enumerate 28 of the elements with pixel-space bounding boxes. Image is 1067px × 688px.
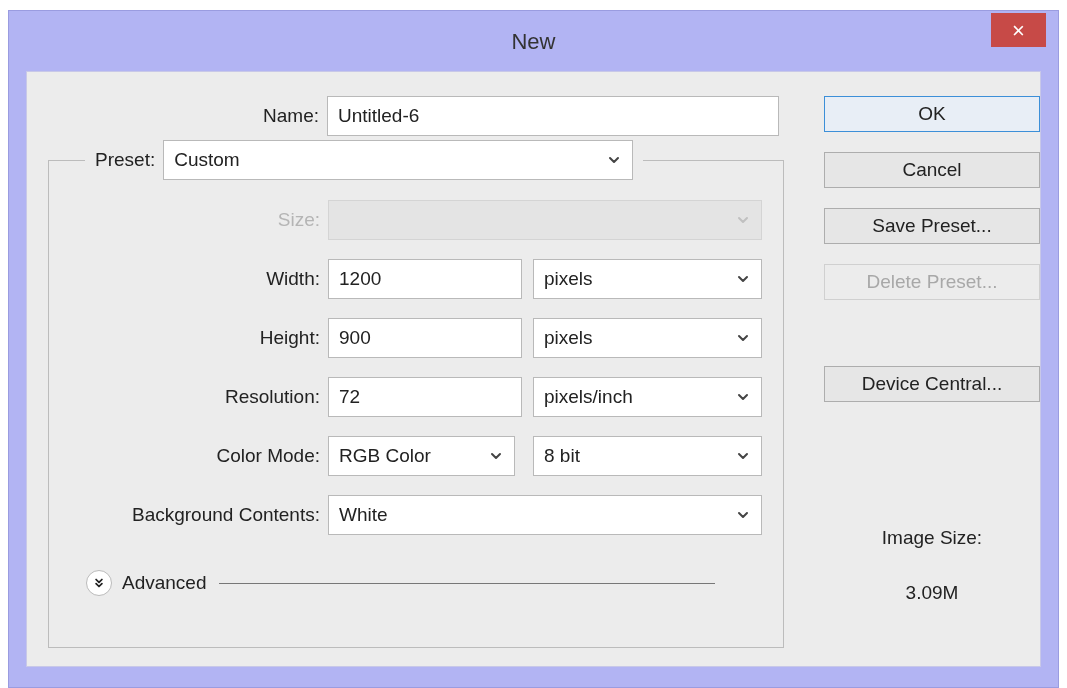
dialog-button[interactable]: OK xyxy=(824,96,1040,132)
advanced-toggle[interactable] xyxy=(86,570,112,597)
advanced-label: Advanced xyxy=(122,571,207,595)
text-field[interactable]: 900 xyxy=(328,318,522,358)
field-label: Color Mode: xyxy=(216,443,320,468)
contents-select[interactable]: White xyxy=(328,495,762,535)
preset-select[interactable]: Custom xyxy=(163,140,634,180)
text-field[interactable]: 72 xyxy=(328,377,522,417)
window-title: New xyxy=(511,27,556,56)
field-label: Background Contents: xyxy=(132,502,320,527)
field-label: Resolution: xyxy=(224,384,320,409)
field-label: Name: xyxy=(263,103,319,128)
dialog-button[interactable]: Cancel xyxy=(824,152,1040,188)
image-size-label: Image Size: xyxy=(881,526,983,550)
unit-select[interactable]: pixels/inch xyxy=(533,377,762,417)
unit-select[interactable]: pixels xyxy=(533,259,762,299)
close-button[interactable]: × xyxy=(991,13,1046,47)
field-label: Height: xyxy=(259,325,320,350)
depth-select[interactable]: 8 bit xyxy=(533,436,762,476)
text-field[interactable]: 1200 xyxy=(328,259,522,299)
mode-select[interactable]: RGB Color xyxy=(328,436,515,476)
text-field[interactable]: Untitled-6 xyxy=(327,96,779,136)
field-label: Width: xyxy=(266,266,320,291)
unit-select[interactable]: pixels xyxy=(533,318,762,358)
image-size-value: 3.09M xyxy=(905,580,959,605)
field-label: Preset: xyxy=(95,147,156,172)
dialog-button[interactable]: Save Preset... xyxy=(824,208,1040,244)
dialog-button[interactable]: Device Central... xyxy=(824,366,1040,402)
